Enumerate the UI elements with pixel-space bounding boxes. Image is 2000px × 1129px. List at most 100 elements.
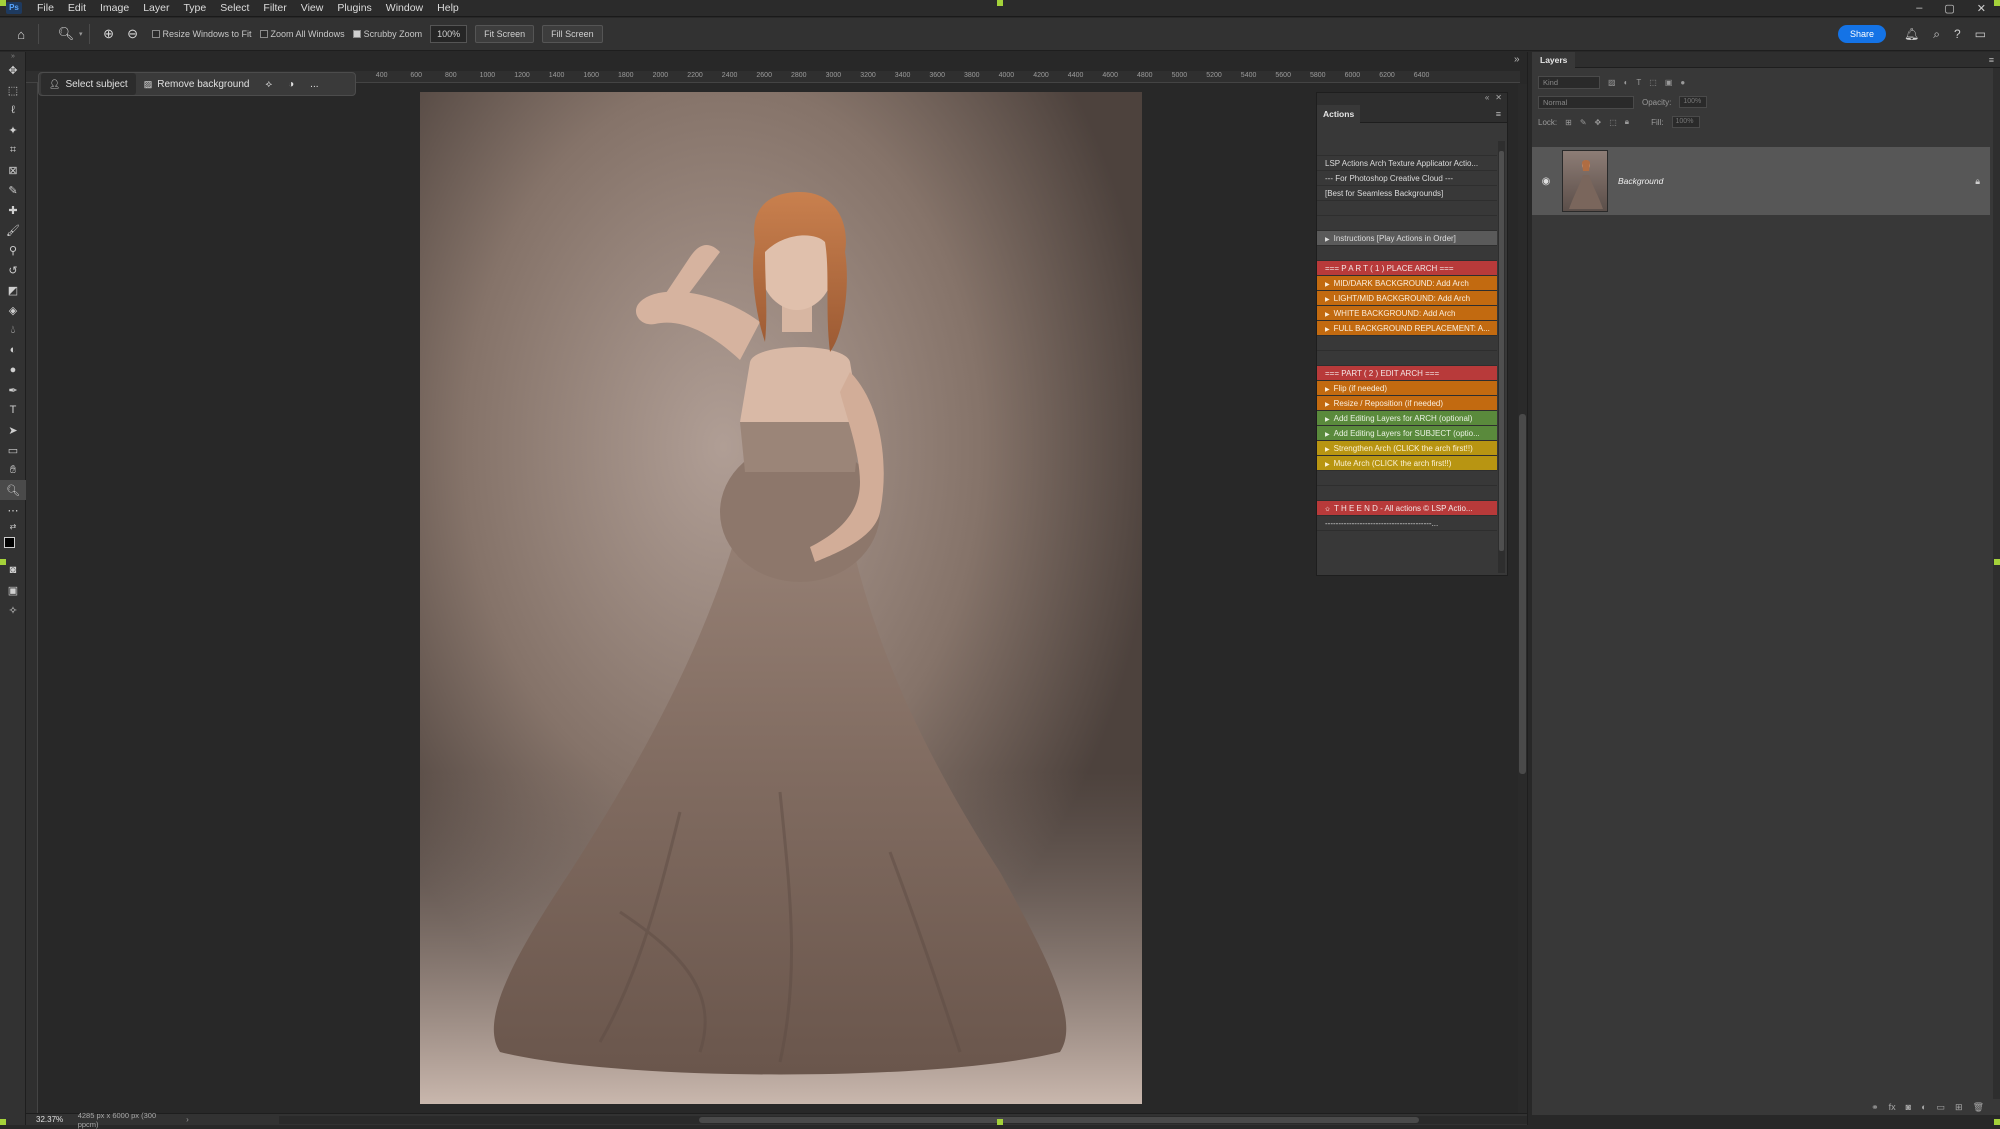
kind-filter-field[interactable]: Kind bbox=[1538, 75, 1600, 89]
document-info[interactable]: 4285 px x 6000 px (300 ppcm) bbox=[66, 1111, 178, 1129]
scrollbar-thumb[interactable] bbox=[1499, 151, 1504, 551]
smart-object-filter-icon[interactable]: ▣ bbox=[1665, 78, 1673, 87]
layer-row-background[interactable]: ◉ Background 🔒︎ bbox=[1532, 147, 1990, 215]
action-item[interactable]: LSP Actions Arch Texture Applicator Acti… bbox=[1317, 156, 1497, 171]
action-item[interactable]: [Best for Seamless Backgrounds] bbox=[1317, 186, 1497, 201]
expand-triangle-icon[interactable]: ▶ bbox=[1325, 417, 1330, 423]
action-item[interactable]: ▶ MID/DARK BACKGROUND: Add Arch bbox=[1317, 276, 1497, 291]
path-selection-tool-icon[interactable]: ➤ bbox=[0, 420, 26, 440]
type-filter-icon[interactable]: T bbox=[1636, 78, 1641, 87]
delete-layer-icon[interactable]: 🗑︎ bbox=[1973, 1102, 1984, 1113]
hand-tool-icon[interactable]: ✋︎ bbox=[0, 460, 26, 480]
lock-transparent-icon[interactable]: ⊞ bbox=[1565, 118, 1572, 127]
action-item[interactable]: ----------------------------------------… bbox=[1317, 516, 1497, 531]
toolbar-collapse-icon[interactable]: » bbox=[0, 52, 26, 60]
menu-filter[interactable]: Filter bbox=[256, 2, 293, 14]
scrubby-zoom-checkbox[interactable]: Scrubby Zoom bbox=[352, 29, 422, 39]
lock-artboard-icon[interactable]: ⬚ bbox=[1609, 118, 1617, 127]
action-item[interactable]: ▶ Resize / Reposition (if needed) bbox=[1317, 396, 1497, 411]
search-icon[interactable]: ⌕ bbox=[1933, 27, 1940, 42]
action-item[interactable]: --- For Photoshop Creative Cloud --- bbox=[1317, 171, 1497, 186]
status-chevron-icon[interactable]: › bbox=[186, 1115, 189, 1124]
expand-triangle-icon[interactable]: ▶ bbox=[1325, 387, 1330, 393]
checkbox-box[interactable] bbox=[151, 30, 160, 38]
new-group-icon[interactable]: ▭ bbox=[1937, 1102, 1946, 1113]
sponge-tool-icon[interactable]: ● bbox=[0, 360, 26, 380]
close-panel-icon[interactable]: ✕ bbox=[1495, 93, 1502, 105]
expand-triangle-icon[interactable]: ▶ bbox=[1325, 402, 1330, 408]
expand-triangle-icon[interactable]: ▶ bbox=[1325, 447, 1330, 453]
expand-triangle-icon[interactable]: ▶ bbox=[1325, 327, 1330, 333]
home-icon[interactable]: ⌂ bbox=[10, 23, 32, 45]
more-options-icon[interactable]: ... bbox=[302, 73, 326, 95]
resize-windows-checkbox[interactable]: Resize Windows to Fit bbox=[151, 29, 252, 39]
lock-image-icon[interactable]: ✎ bbox=[1580, 118, 1587, 127]
actions-scrollbar[interactable] bbox=[1498, 141, 1505, 573]
zoom-tool-preset-icon[interactable]: 🔍︎ bbox=[55, 23, 77, 45]
document-image[interactable] bbox=[420, 92, 1142, 1104]
color-swatches[interactable] bbox=[0, 532, 26, 560]
share-button[interactable]: Share bbox=[1837, 25, 1886, 43]
action-item[interactable]: ▶ Add Editing Layers for ARCH (optional) bbox=[1317, 411, 1497, 426]
crop-tool-icon[interactable]: ⌗ bbox=[0, 140, 26, 160]
brush-tool-icon[interactable]: 🖌︎ bbox=[0, 220, 26, 240]
zoom-in-icon[interactable]: ⊕ bbox=[98, 23, 120, 45]
layers-scrollbar[interactable] bbox=[1993, 68, 2000, 1099]
expand-triangle-icon[interactable]: ▶ bbox=[1325, 282, 1330, 288]
marquee-tool-icon[interactable]: ⬚ bbox=[0, 80, 26, 100]
blend-mode-select[interactable]: Normal bbox=[1538, 95, 1634, 109]
action-item[interactable]: ✩ T H E E N D - All actions © LSP Actio..… bbox=[1317, 501, 1497, 516]
lock-all-icon[interactable]: 🔒︎ bbox=[1625, 117, 1629, 127]
magic-wand-tool-icon[interactable]: ✦ bbox=[0, 120, 26, 140]
eyedropper-tool-icon[interactable]: ✎ bbox=[0, 180, 26, 200]
fill-field[interactable]: 100% bbox=[1671, 116, 1700, 128]
menu-window[interactable]: Window bbox=[379, 2, 430, 14]
visibility-eye-icon[interactable]: ◉ bbox=[1536, 176, 1556, 187]
action-item[interactable]: ▶ LIGHT/MID BACKGROUND: Add Arch bbox=[1317, 291, 1497, 306]
action-item[interactable]: ▶ Mute Arch (CLICK the arch first!!) bbox=[1317, 456, 1497, 471]
opacity-field[interactable]: 100% bbox=[1679, 96, 1708, 108]
fx-icon[interactable]: fx bbox=[1889, 1102, 1896, 1112]
zoom-out-icon[interactable]: ⊖ bbox=[122, 23, 144, 45]
action-item[interactable]: ▶ Add Editing Layers for SUBJECT (optio..… bbox=[1317, 426, 1497, 441]
action-item[interactable]: ▶ Flip (if needed) bbox=[1317, 381, 1497, 396]
remove-background-button[interactable]: ▨ Remove background bbox=[136, 73, 258, 95]
zoom-level-readout[interactable]: 32.37% bbox=[26, 1115, 66, 1124]
generative-fill-icon[interactable]: ✧ bbox=[0, 600, 26, 620]
help-icon[interactable]: ? bbox=[1954, 27, 1961, 42]
chevron-down-icon[interactable]: ▾ bbox=[79, 30, 83, 38]
workspace-icon[interactable]: ▭ bbox=[1975, 27, 1986, 42]
menu-file[interactable]: File bbox=[30, 2, 61, 14]
zoom-percent-field[interactable]: 100% bbox=[430, 25, 468, 43]
clone-stamp-tool-icon[interactable]: ⚲ bbox=[0, 240, 26, 260]
tab-actions[interactable]: Actions bbox=[1317, 104, 1361, 123]
rectangle-tool-icon[interactable]: ▭ bbox=[0, 440, 26, 460]
lasso-tool-icon[interactable]: ℓ bbox=[0, 100, 26, 120]
scrollbar-thumb[interactable] bbox=[698, 1116, 1419, 1123]
close-icon[interactable]: ✕ bbox=[1977, 2, 1986, 15]
layer-name[interactable]: Background bbox=[1618, 176, 1663, 186]
panel-menu-icon[interactable]: ≡ bbox=[1989, 55, 1994, 65]
expand-triangle-icon[interactable]: ▶ bbox=[1325, 237, 1330, 243]
move-tool-icon[interactable]: ✥ bbox=[0, 60, 26, 80]
lock-position-icon[interactable]: ✥ bbox=[1595, 118, 1602, 127]
adjustment-filter-icon[interactable]: ◐ bbox=[1624, 78, 1629, 87]
checkbox-box[interactable] bbox=[352, 30, 361, 38]
fit-screen-button[interactable]: Fit Screen bbox=[475, 25, 535, 43]
frame-tool-icon[interactable]: ⊠ bbox=[0, 160, 26, 180]
pixel-filter-icon[interactable]: ▨ bbox=[1608, 78, 1616, 87]
menu-plugins[interactable]: Plugins bbox=[330, 2, 378, 14]
menu-layer[interactable]: Layer bbox=[136, 2, 176, 14]
menu-select[interactable]: Select bbox=[213, 2, 256, 14]
document-horizontal-scrollbar[interactable] bbox=[278, 1115, 1527, 1124]
action-item[interactable]: === P A R T ( 1 ) PLACE ARCH === bbox=[1317, 261, 1497, 276]
add-mask-icon[interactable]: ◙ bbox=[1906, 1102, 1911, 1112]
expand-triangle-icon[interactable]: ▶ bbox=[1325, 297, 1330, 303]
bell-icon[interactable]: 🔔︎ bbox=[1904, 27, 1919, 42]
filter-toggle-icon[interactable]: ● bbox=[1680, 78, 1685, 87]
foreground-color-swatch[interactable] bbox=[4, 537, 15, 548]
menu-image[interactable]: Image bbox=[93, 2, 136, 14]
link-layers-icon[interactable]: ⚭ bbox=[1871, 1102, 1879, 1113]
restore-icon[interactable]: ▢ bbox=[1944, 2, 1954, 15]
collapse-panel-icon[interactable]: « bbox=[1485, 93, 1489, 105]
